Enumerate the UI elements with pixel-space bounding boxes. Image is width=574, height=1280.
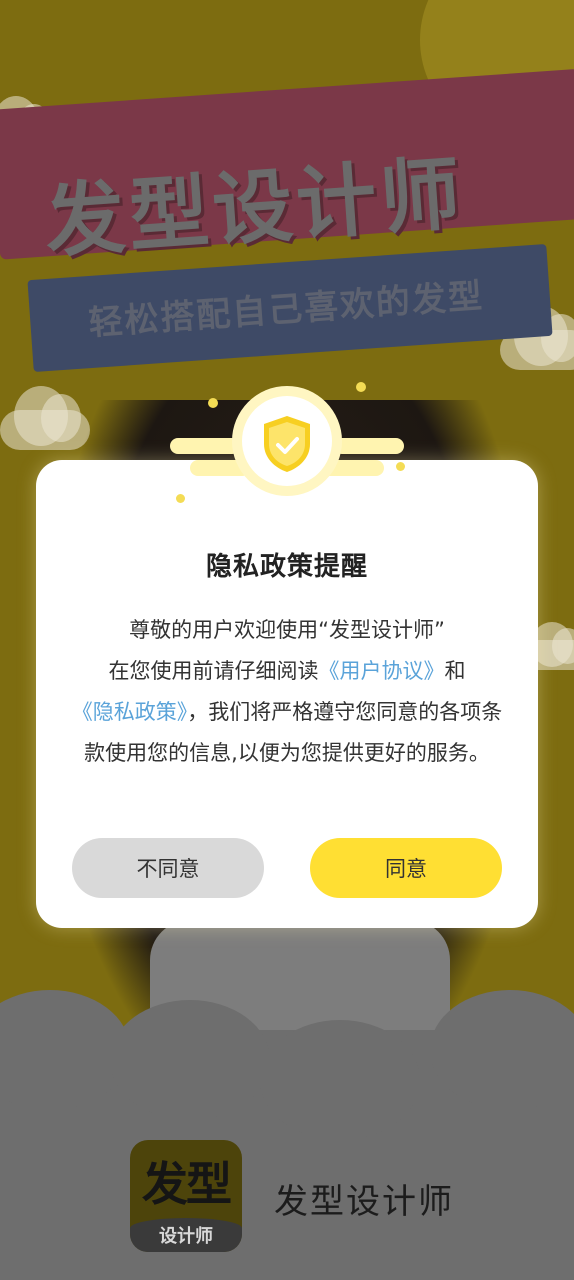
- privacy-dialog: 隐私政策提醒 尊敬的用户欢迎使用“发型设计师” 在您使用前请仔细阅读《用户协议》…: [36, 460, 538, 928]
- decor-dot: [396, 462, 405, 471]
- message-line-welcome: 尊敬的用户欢迎使用“发型设计师”: [129, 618, 445, 642]
- bottom-cloud-area: [0, 990, 574, 1280]
- app-name: 发型设计师: [274, 1182, 454, 1222]
- message-line-terms: 《隐私政策》，我们将严格遵守您同意的各项条款使用您的信息,以便为您提供更好的服务…: [66, 692, 508, 774]
- dialog-message: 尊敬的用户欢迎使用“发型设计师” 在您使用前请仔细阅读《用户协议》和 《隐私政策…: [66, 610, 508, 774]
- logo-sub-text: 设计师: [159, 1226, 213, 1247]
- user-agreement-link[interactable]: 《用户协议》: [319, 659, 445, 683]
- decor-dot: [176, 494, 185, 503]
- shield-badge: [170, 376, 405, 516]
- agree-button[interactable]: 同意: [310, 838, 502, 898]
- app-logo: 发型 设计师: [130, 1140, 242, 1252]
- decor-streak: [334, 438, 404, 454]
- message-line-read: 在您使用前请仔细阅读《用户协议》和: [66, 651, 508, 692]
- privacy-policy-link[interactable]: 《隐私政策》: [72, 700, 188, 724]
- logo-main-text: 发型: [142, 1157, 232, 1211]
- message-text: 和: [444, 659, 466, 683]
- message-text: 在您使用前请仔细阅读: [108, 659, 319, 683]
- decor-dot: [356, 382, 366, 392]
- shield-check-icon: [264, 416, 310, 472]
- disagree-button[interactable]: 不同意: [72, 838, 264, 898]
- decor-dot: [208, 398, 218, 408]
- dialog-title: 隐私政策提醒: [205, 552, 368, 582]
- decor-streak: [170, 438, 240, 454]
